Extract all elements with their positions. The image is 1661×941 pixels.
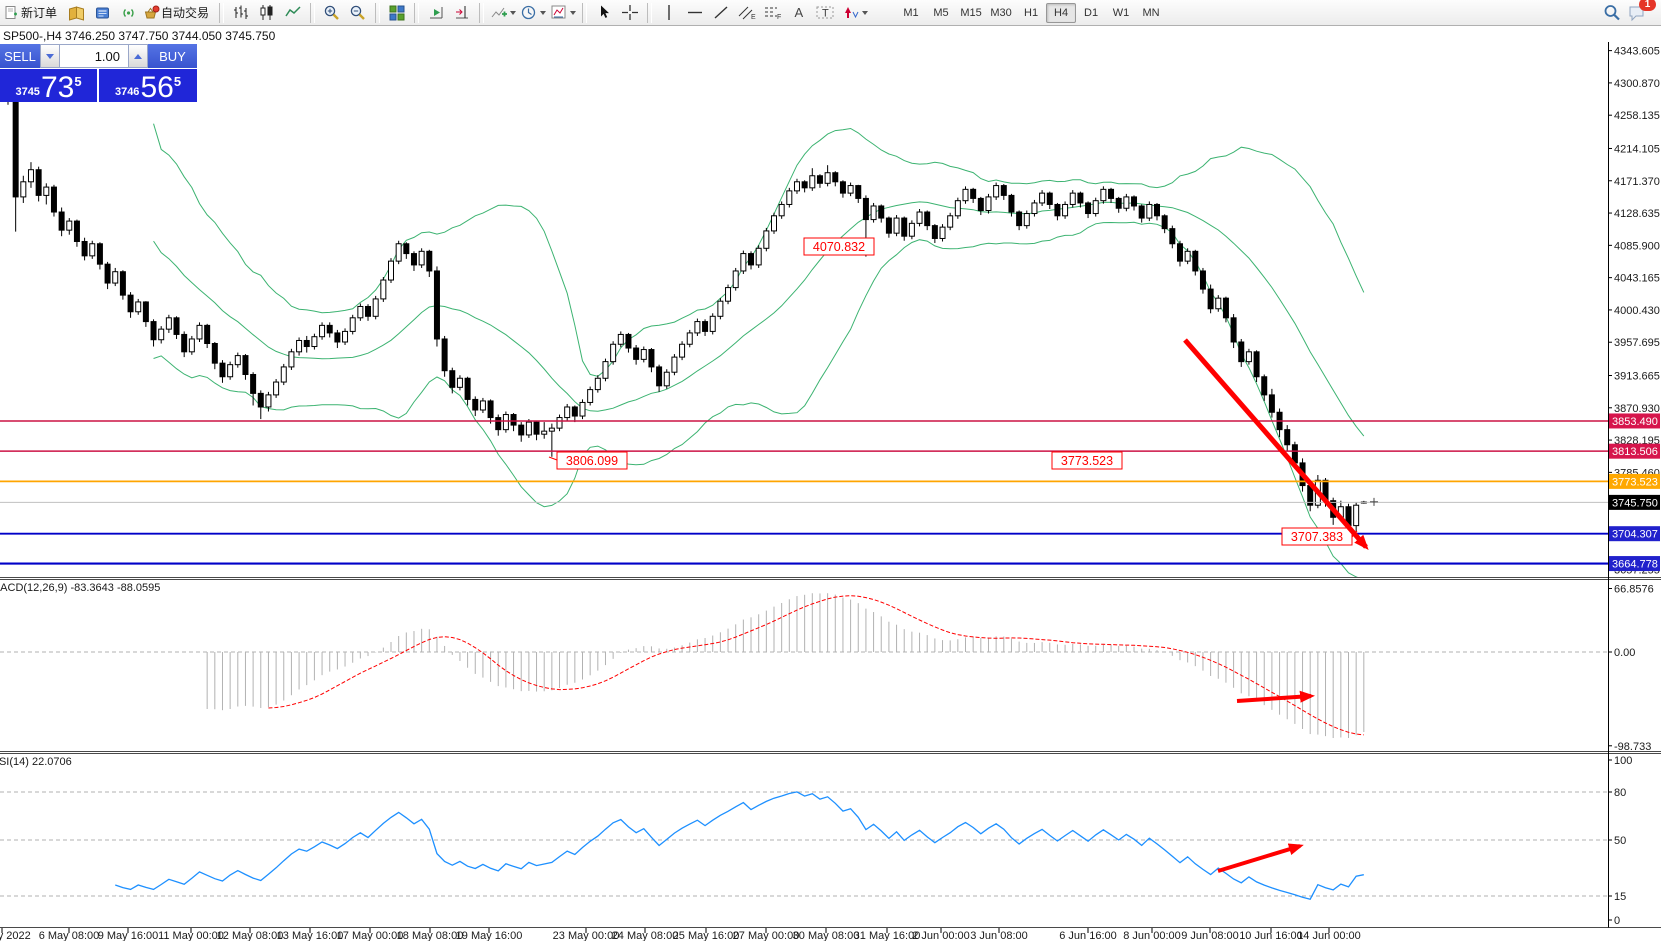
rsi-pane-separator[interactable]	[0, 749, 1608, 756]
volume-input[interactable]: 1.00	[60, 44, 128, 68]
down-triangle-icon	[46, 54, 54, 59]
bid-price-main: 3745	[15, 86, 39, 98]
chart-title: SP500-,H4 3746.250 3747.750 3744.050 374…	[3, 29, 275, 43]
time-axis[interactable]	[0, 928, 1661, 941]
ask-price-sup: 5	[174, 74, 181, 89]
one-click-trading-widget: SELL 1.00 BUY 3745735 3746565	[0, 44, 197, 102]
bid-price-sup: 5	[74, 74, 81, 89]
rsi-indicator-label: RSI(14) 22.0706	[0, 756, 72, 768]
sell-button[interactable]: SELL	[0, 44, 40, 68]
bid-price-big: 73	[41, 73, 74, 102]
mt4-terminal: 新订单	[0, 0, 1661, 941]
macd-pane-separator[interactable]	[0, 575, 1608, 582]
sell-price-button[interactable]: 3745735	[0, 69, 97, 102]
ask-price-big: 56	[140, 73, 173, 102]
macd-indicator-label: MACD(12,26,9) -83.3643 -88.0595	[0, 582, 160, 594]
volume-decrease-button[interactable]	[40, 44, 60, 68]
price-axis[interactable]	[1608, 42, 1661, 928]
up-triangle-icon	[134, 54, 142, 59]
buy-price-button[interactable]: 3746565	[99, 69, 197, 102]
buy-button[interactable]: BUY	[148, 44, 197, 68]
chart-canvas[interactable]	[0, 42, 1608, 928]
volume-increase-button[interactable]	[128, 44, 148, 68]
ask-price-main: 3746	[115, 86, 139, 98]
